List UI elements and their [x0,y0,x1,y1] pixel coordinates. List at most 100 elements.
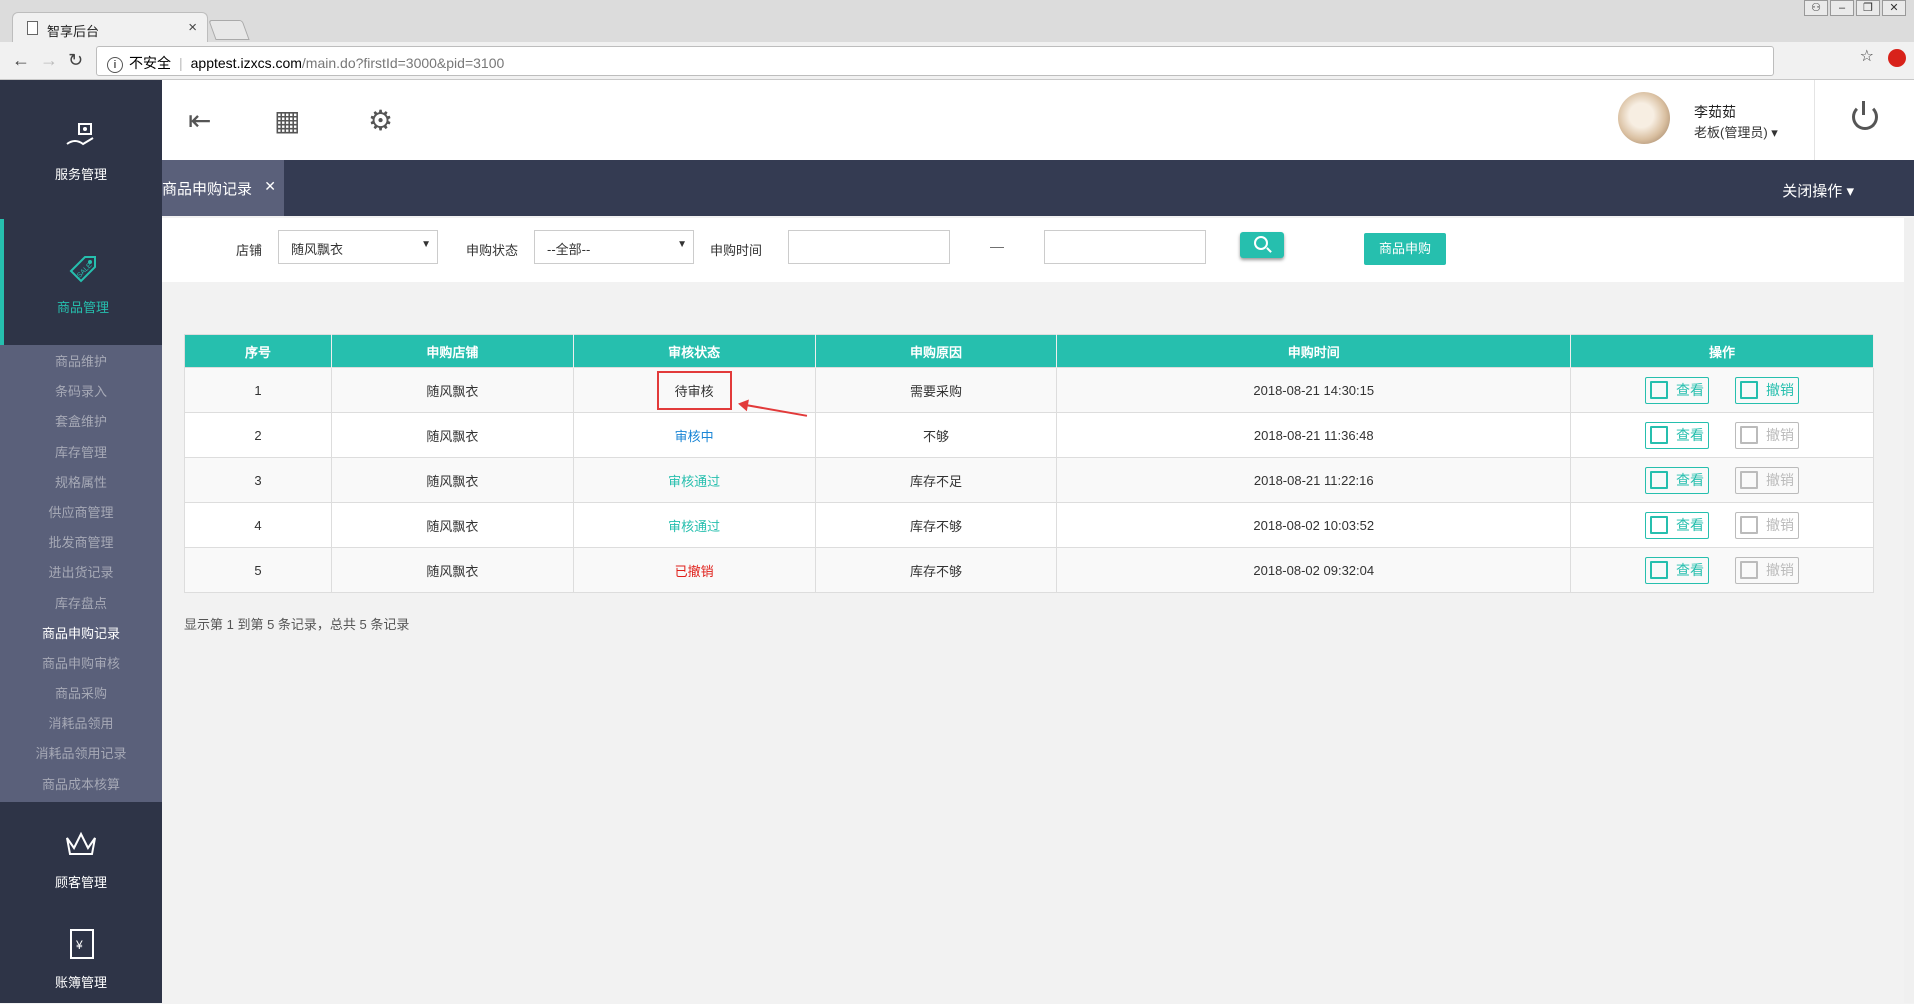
minimize-icon[interactable]: – [1830,0,1854,16]
browser-tab[interactable]: 智享后台 × [12,12,208,42]
column-header[interactable]: 审核状态 [573,334,816,368]
end-date-input[interactable] [1044,230,1206,264]
submenu-item[interactable]: 商品成本核算 [0,770,162,800]
forward-icon[interactable]: → [40,50,58,70]
time-label: 申购时间 [710,243,763,258]
sidebar-label-service: 服务管理 [54,167,107,182]
ledger-icon: ¥ [70,928,94,959]
sidebar-item-customer[interactable]: 顾客管理 [0,802,162,914]
column-header[interactable]: 申购原因 [815,334,1058,368]
search-button[interactable] [1240,232,1284,258]
cell-status: 审核通过 [573,502,816,548]
view-button[interactable]: 查看 [1645,421,1710,449]
column-header[interactable]: 操作 [1570,334,1874,368]
submenu-item[interactable]: 批发商管理 [0,528,162,558]
cell-reason: 库存不够 [815,502,1058,548]
revoke-button[interactable]: 撤销 [1735,376,1800,404]
column-header[interactable]: 申购店铺 [331,334,574,368]
cell-time: 2018-08-21 11:36:48 [1056,412,1572,458]
submenu-item[interactable]: 条码录入 [0,377,162,407]
sidebar-label-account: 账簿管理 [54,974,107,990]
cell-reason: 库存不够 [815,547,1058,593]
apply-purchase-button[interactable]: 商品申购 [1364,233,1446,265]
page-tab-label: 商品申购记录 [162,181,253,198]
view-button[interactable]: 查看 [1645,466,1710,494]
address-bar-row: ← → ↻ i 不安全 | apptest.izxcs.com/main.do?fir… [0,42,1914,80]
status-badge: 审核通过 [668,473,721,489]
view-label: 查看 [1676,516,1705,533]
page-tab-purchase-records[interactable]: 商品申购记录 ✕ [162,160,284,216]
submenu-item[interactable]: 库存盘点 [0,589,162,619]
url-field[interactable]: i 不安全 | apptest.izxcs.com/main.do?firstId=3… [96,46,1774,76]
revoke-label: 撤销 [1766,471,1795,488]
user-role-dropdown[interactable]: 老板(管理员) ▾ [1694,122,1778,141]
sale-tag-icon: SALE [69,255,96,282]
info-icon[interactable]: i [107,57,123,73]
table-header-row: 序号 申购店铺 审核状态 申购原因 申购时间 操作 [184,334,1874,368]
back-icon[interactable]: ← [12,50,30,70]
view-button[interactable]: 查看 [1645,556,1710,584]
sidebar-item-goods[interactable]: SALE 商品管理 [0,219,162,345]
revoke-button-disabled: 撤销 [1735,556,1800,584]
power-icon[interactable] [1852,101,1878,130]
menu-collapse-icon[interactable]: ⇤ [188,104,211,137]
submenu-item[interactable]: 进出货记录 [0,558,162,588]
view-icon [1650,560,1669,579]
table-row: 5 随风飘衣 已撤销 库存不够 2018-08-02 09:32:04 查看 撤销 [184,547,1874,593]
submenu-item-current[interactable]: 商品申购记录 [0,619,162,649]
gear-icon[interactable]: ⚙ [368,104,393,137]
sidebar-item-service[interactable]: 服务管理 [0,80,162,219]
view-label: 查看 [1676,426,1705,443]
column-header[interactable]: 序号 [184,334,332,368]
restore-icon[interactable]: ❐ [1856,0,1880,16]
submenu-item[interactable]: 商品维护 [0,347,162,377]
profile-icon[interactable]: ⚇ [1804,0,1828,16]
submenu-item[interactable]: 规格属性 [0,468,162,498]
status-badge: 已撤销 [674,563,714,579]
submenu-item[interactable]: 库存管理 [0,438,162,468]
close-window-icon[interactable]: ✕ [1882,0,1906,16]
submenu-item[interactable]: 商品采购 [0,679,162,709]
header-divider [1814,80,1815,160]
sidebar-label-customer: 顾客管理 [54,875,107,891]
status-select[interactable]: --全部-- ▼ [534,230,694,264]
extension-icon[interactable] [1888,49,1906,67]
start-date-input[interactable] [788,230,950,264]
store-label: 店铺 [236,243,263,258]
window-controls: ⚇ – ❐ ✕ [1804,0,1906,16]
crown-icon [66,832,96,856]
filter-bar: 店铺 随风飘衣 ▼ 申购状态 --全部-- ▼ 申购时间 — 商品申购 [162,218,1904,282]
cell-actions: 查看 撤销 [1570,457,1874,503]
service-hand-icon [66,123,94,146]
store-select[interactable]: 随风飘衣 ▼ [278,230,438,264]
view-button[interactable]: 查看 [1645,511,1710,539]
submenu-item[interactable]: 套盒维护 [0,407,162,437]
reload-icon[interactable]: ↻ [68,50,83,70]
cell-store: 随风飘衣 [331,547,574,593]
cell-store: 随风飘衣 [331,457,574,503]
grid-apps-icon[interactable]: ▦ [274,104,300,137]
new-tab-button[interactable] [208,20,250,40]
sidebar: 服务管理 SALE 商品管理 商品维护 条码录入 套盒维护 库存管理 规格属性 … [0,80,162,1003]
revoke-icon [1740,470,1759,489]
date-range-dash: — [990,238,1004,254]
submenu-item[interactable]: 商品申购审核 [0,649,162,679]
close-tab-icon[interactable]: × [188,19,197,36]
avatar[interactable] [1618,92,1670,144]
cell-status: 审核中 [573,412,816,458]
top-header: ⇤ ▦ ⚙ 李茹茹 老板(管理员) ▾ [162,80,1914,160]
bookmark-star-icon[interactable]: ☆ [1860,46,1874,66]
svg-text:¥: ¥ [75,938,83,952]
user-name: 李茹茹 [1694,104,1736,120]
sidebar-item-account[interactable]: ¥ 账簿管理 [0,914,162,1004]
submenu-item[interactable]: 供应商管理 [0,498,162,528]
view-button[interactable]: 查看 [1645,376,1710,404]
submenu-item[interactable]: 消耗品领用 [0,709,162,739]
scrollbar[interactable] [1904,218,1914,1003]
submenu-item[interactable]: 消耗品领用记录 [0,739,162,769]
browser-tab-title: 智享后台 [47,24,100,39]
close-operations-dropdown[interactable]: 关闭操作 ▾ [1782,180,1854,201]
close-icon[interactable]: ✕ [264,178,276,195]
cell-status: 已撤销 [573,547,816,593]
column-header[interactable]: 申购时间 [1056,334,1572,368]
